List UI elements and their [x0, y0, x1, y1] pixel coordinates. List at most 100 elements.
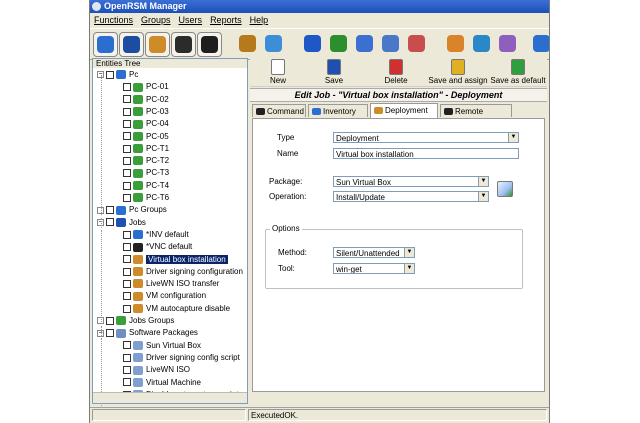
- tab-inventory[interactable]: Inventory: [308, 104, 368, 117]
- tree-group-node[interactable]: Jobs Groups: [97, 315, 174, 327]
- cube-toolbar-button[interactable]: [301, 32, 326, 57]
- network-toolbar-button[interactable]: [379, 32, 404, 57]
- tool-select[interactable]: win-get ▼: [333, 263, 415, 274]
- node-checkbox[interactable]: [123, 144, 131, 153]
- node-checkbox[interactable]: [106, 329, 114, 338]
- tree-item[interactable]: LiveWN ISO: [123, 364, 190, 376]
- tree-item[interactable]: PC-02: [123, 94, 169, 106]
- network-toolbar-button[interactable]: [353, 32, 378, 57]
- chart-toolbar-button[interactable]: [405, 32, 430, 57]
- node-checkbox[interactable]: [123, 267, 131, 276]
- menu-users[interactable]: Users: [179, 15, 203, 25]
- new-button[interactable]: New: [264, 59, 292, 85]
- cubes-toolbar-button[interactable]: [327, 32, 352, 57]
- monitor-graph-toolbar-button[interactable]: [171, 32, 196, 57]
- chevron-down-icon[interactable]: ▼: [404, 248, 414, 257]
- tree-item[interactable]: Driver signing configuration: [123, 266, 243, 278]
- tree-item[interactable]: Virtual Machine: [123, 377, 201, 389]
- search-doc-toolbar-button[interactable]: [496, 32, 521, 57]
- tree-item[interactable]: Driver signing config script: [123, 352, 240, 364]
- node-checkbox[interactable]: [123, 292, 131, 301]
- eye-toolbar-button[interactable]: [119, 32, 144, 57]
- globe-toolbar-button[interactable]: [530, 32, 549, 57]
- node-checkbox[interactable]: [123, 169, 131, 178]
- node-label: Driver signing configuration: [146, 266, 243, 276]
- tab-deployment[interactable]: Deployment: [370, 103, 438, 118]
- chevron-down-icon[interactable]: ▼: [404, 264, 414, 273]
- tree-group-node[interactable]: − Software Packages: [97, 327, 198, 339]
- menu-reports[interactable]: Reports: [210, 15, 242, 25]
- node-checkbox[interactable]: [123, 95, 131, 104]
- tree-item[interactable]: VM autocapture disable: [123, 303, 230, 315]
- save-as-default-button[interactable]: Save as default: [490, 59, 546, 85]
- tree-item[interactable]: Sun Virtual Box: [123, 340, 201, 352]
- node-checkbox[interactable]: [123, 341, 131, 350]
- tree-item[interactable]: PC-T3: [123, 167, 169, 179]
- tree-item[interactable]: PC-01: [123, 81, 169, 93]
- name-field[interactable]: Virtual box installation: [333, 148, 519, 159]
- chevron-down-icon[interactable]: ▼: [508, 133, 518, 142]
- tree-item[interactable]: PC-T1: [123, 143, 169, 155]
- node-checkbox[interactable]: [123, 181, 131, 190]
- tools-toolbar-button[interactable]: [145, 32, 170, 57]
- node-checkbox[interactable]: [123, 107, 131, 116]
- chevron-down-icon[interactable]: ▼: [478, 177, 488, 186]
- save-button[interactable]: Save: [320, 59, 348, 85]
- node-checkbox[interactable]: [123, 378, 131, 387]
- tree-item[interactable]: LiveWN ISO transfer: [123, 278, 219, 290]
- users-toolbar-button[interactable]: [444, 32, 469, 57]
- tree-item[interactable]: PC-T2: [123, 155, 169, 167]
- type-select[interactable]: Deployment ▼: [333, 132, 519, 143]
- tree-horizontal-scrollbar[interactable]: [93, 392, 247, 403]
- node-checkbox[interactable]: [106, 70, 114, 79]
- chevron-down-icon[interactable]: ▼: [478, 192, 488, 201]
- node-checkbox[interactable]: [106, 218, 114, 227]
- tree-item[interactable]: PC-T6: [123, 192, 169, 204]
- node-checkbox[interactable]: [106, 316, 114, 325]
- node-checkbox[interactable]: [123, 255, 131, 264]
- tab-command[interactable]: Command: [252, 104, 306, 117]
- node-checkbox[interactable]: [123, 304, 131, 313]
- node-checkbox[interactable]: [123, 243, 131, 252]
- console-toolbar-button[interactable]: [197, 32, 222, 57]
- package-toolbar-button[interactable]: [262, 32, 287, 57]
- menu-functions[interactable]: Functions: [94, 15, 133, 25]
- tree-item[interactable]: PC-03: [123, 106, 169, 118]
- node-checkbox[interactable]: [123, 193, 131, 202]
- pie-toolbar-button[interactable]: [470, 32, 495, 57]
- node-checkbox[interactable]: [123, 279, 131, 288]
- tree-item[interactable]: Virtual box installation: [123, 254, 228, 266]
- delete-button[interactable]: Delete: [382, 59, 410, 85]
- save-and-assign-button[interactable]: Save and assign: [428, 59, 488, 85]
- info-toolbar-button[interactable]: [93, 32, 118, 57]
- tree-group-node[interactable]: Pc Groups: [97, 204, 167, 216]
- gear-icon: [239, 35, 256, 52]
- node-checkbox[interactable]: [123, 156, 131, 165]
- operation-select[interactable]: Install/Update ▼: [333, 191, 489, 202]
- menu-help[interactable]: Help: [250, 15, 269, 25]
- node-checkbox[interactable]: [123, 83, 131, 92]
- tree-item[interactable]: VM configuration: [123, 290, 206, 302]
- tree-item[interactable]: *INV default: [123, 229, 189, 241]
- node-checkbox[interactable]: [123, 132, 131, 141]
- edit-package-icon[interactable]: [497, 181, 513, 197]
- tree-item[interactable]: *VNC default: [123, 241, 192, 253]
- method-select[interactable]: Silent/Unattended ▼: [333, 247, 415, 258]
- node-checkbox[interactable]: [123, 353, 131, 362]
- tool-label: Tool:: [278, 264, 295, 273]
- tree-item[interactable]: PC-04: [123, 118, 169, 130]
- status-bar: ExecutedOK.: [90, 407, 549, 423]
- node-checkbox[interactable]: [123, 230, 131, 239]
- menu-groups[interactable]: Groups: [141, 15, 171, 25]
- tree-group-node[interactable]: − Jobs: [97, 217, 146, 229]
- tab-remote-control[interactable]: Remote Control: [440, 104, 512, 129]
- node-checkbox[interactable]: [123, 366, 131, 375]
- tree-item[interactable]: PC-T4: [123, 180, 169, 192]
- tab-strip: Command Inventory Deployment Remote Control: [252, 103, 547, 129]
- node-checkbox[interactable]: [106, 206, 114, 215]
- gear-toolbar-button[interactable]: [236, 32, 261, 57]
- package-select[interactable]: Sun Virtual Box ▼: [333, 176, 489, 187]
- node-checkbox[interactable]: [123, 120, 131, 129]
- tree-group-node[interactable]: − Pc: [97, 69, 138, 81]
- tree-item[interactable]: PC-05: [123, 131, 169, 143]
